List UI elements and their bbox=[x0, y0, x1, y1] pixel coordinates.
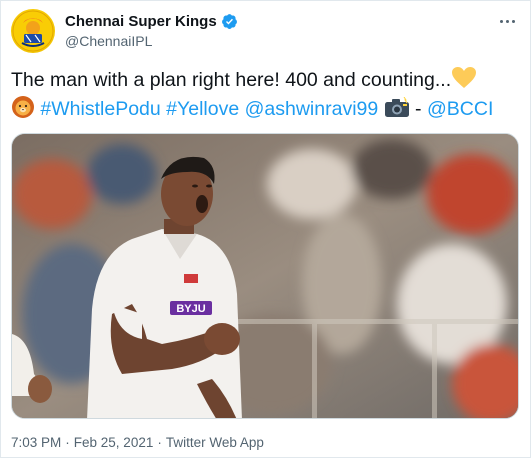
verified-badge-icon bbox=[221, 14, 237, 29]
tweet-source-link[interactable]: Twitter Web App bbox=[166, 435, 264, 450]
tweet-text-sentence: The man with a plan right here! 400 and … bbox=[11, 69, 452, 91]
hashtag-whistlepodu[interactable]: #WhistlePodu bbox=[40, 98, 160, 120]
meta-separator: · bbox=[65, 435, 70, 450]
mention-ashwinravi99[interactable]: @ashwinravi99 bbox=[245, 98, 379, 120]
dot-icon bbox=[499, 19, 503, 23]
tweet-header: Chennai Super Kings @ChennaiIPL bbox=[11, 9, 520, 55]
hashtag-yellove[interactable]: #Yellove bbox=[166, 98, 239, 120]
tweet-text-line-2: #WhistlePodu #Yellove @ashwinravi99 - @B… bbox=[11, 95, 523, 124]
camera-with-flash-icon bbox=[384, 97, 409, 117]
tweet-photo[interactable]: BYJU bbox=[11, 133, 519, 419]
display-name[interactable]: Chennai Super Kings bbox=[65, 13, 217, 30]
lion-face-icon bbox=[12, 96, 34, 118]
cricket-celebration-photo: BYJU bbox=[12, 134, 518, 418]
tweet-card: Chennai Super Kings @ChennaiIPL The man … bbox=[0, 0, 531, 458]
name-row: Chennai Super Kings bbox=[65, 13, 238, 30]
yellow-heart-icon bbox=[452, 67, 477, 88]
tweet-date: Feb 25, 2021 bbox=[73, 435, 154, 450]
tweet-meta: 7:03 PM · Feb 25, 2021 · Twitter Web App bbox=[11, 435, 264, 450]
shirt-sponsor-text: BYJU bbox=[176, 303, 205, 315]
dot-icon bbox=[505, 19, 509, 23]
dash-text: - bbox=[409, 98, 427, 120]
tweet-text-line-1: The man with a plan right here! 400 and … bbox=[11, 66, 523, 95]
meta-separator: · bbox=[157, 435, 162, 450]
dot-icon bbox=[511, 19, 515, 23]
tweet-time-link[interactable]: 7:03 PM · Feb 25, 2021 bbox=[11, 435, 153, 450]
handle[interactable]: @ChennaiIPL bbox=[65, 33, 238, 49]
more-options-button[interactable] bbox=[496, 13, 518, 29]
csk-logo-icon bbox=[12, 10, 54, 52]
mention-bcci[interactable]: @BCCI bbox=[427, 98, 493, 120]
avatar[interactable] bbox=[11, 9, 55, 53]
name-block: Chennai Super Kings @ChennaiIPL bbox=[65, 13, 238, 49]
tweet-time: 7:03 PM bbox=[11, 435, 62, 450]
tweet-text: The man with a plan right here! 400 and … bbox=[11, 66, 523, 124]
